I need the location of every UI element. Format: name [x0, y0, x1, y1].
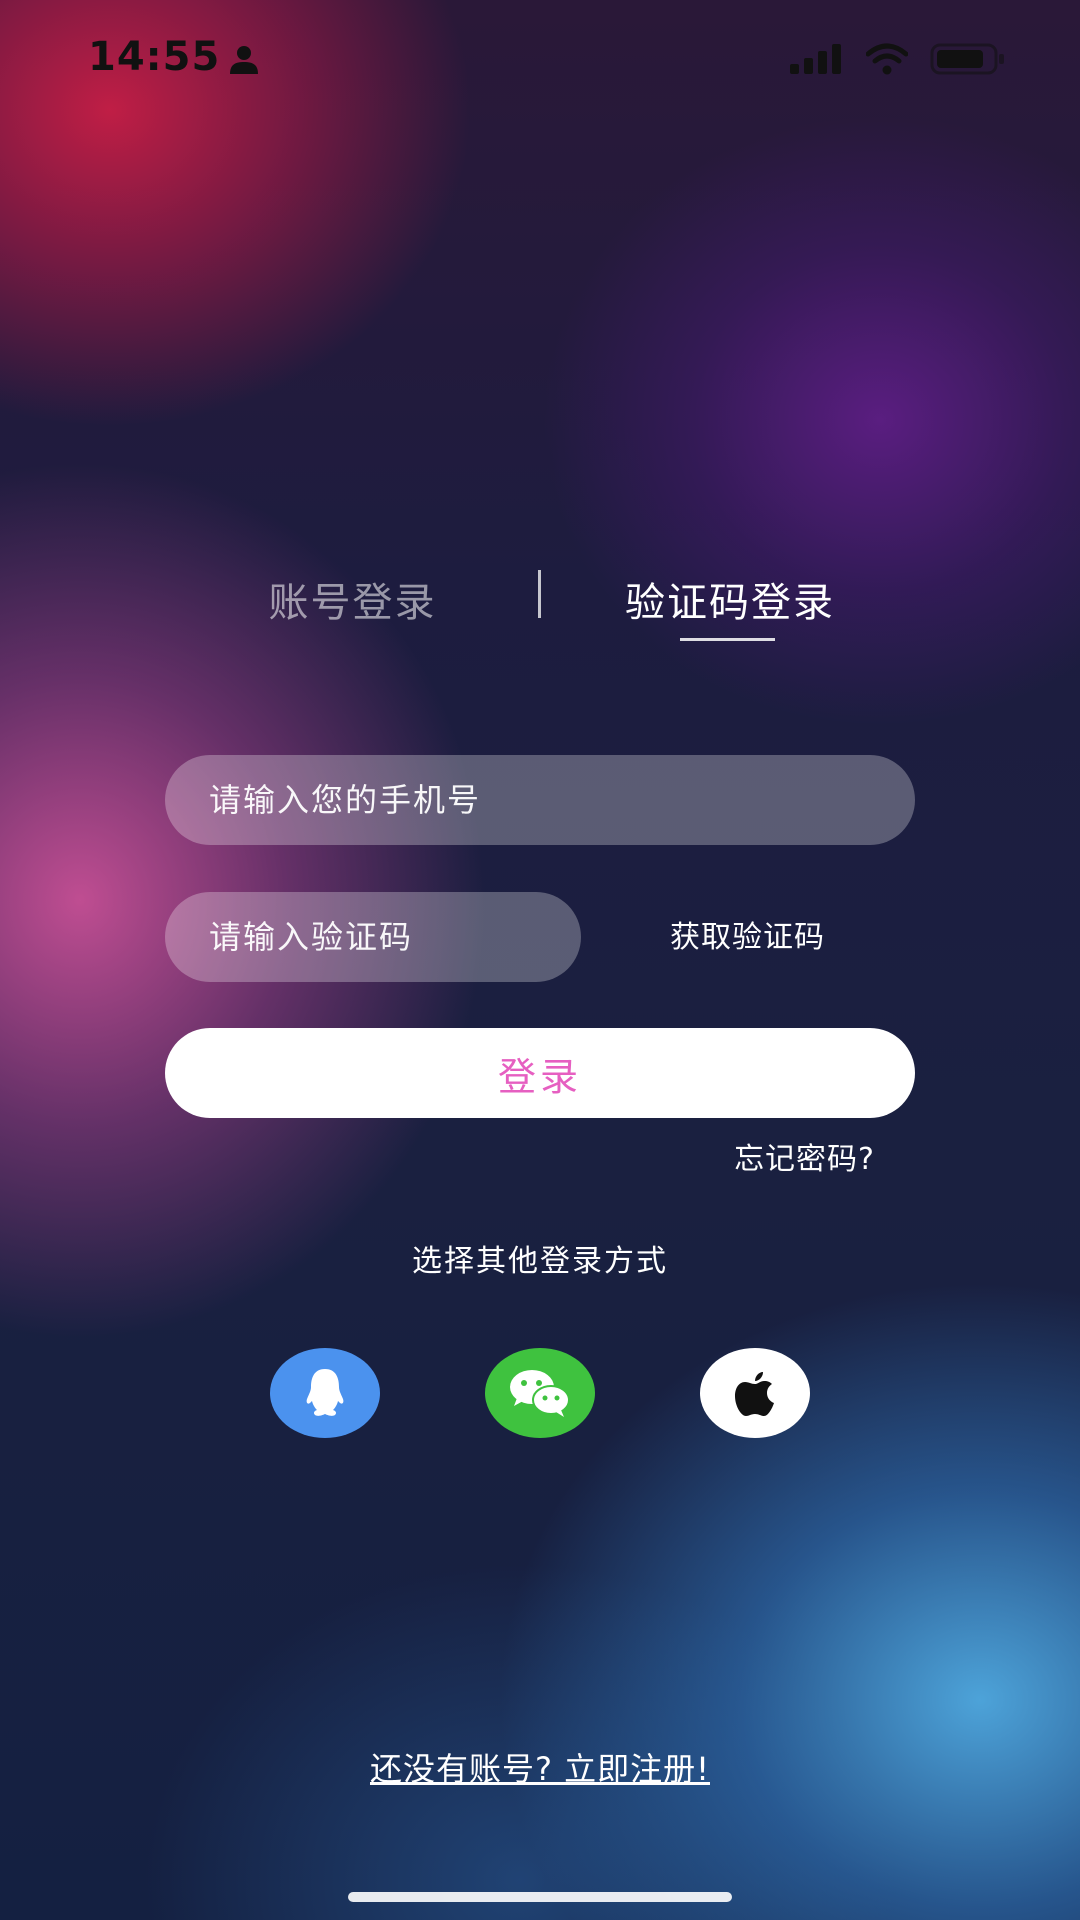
get-code-button[interactable]: 获取验证码 [640, 912, 855, 956]
other-login-title: 选择其他登录方式 [412, 1244, 668, 1279]
forgot-password-link[interactable]: 忘记密码? [700, 1134, 875, 1178]
signal-icon [790, 44, 841, 74]
battery-icon [930, 43, 1004, 75]
login-screen: 14:55 账号登录 验证码登录 获取验证码 登录 忘 [0, 0, 1080, 1920]
status-bar: 14:55 [0, 0, 1080, 120]
home-indicator[interactable] [348, 1892, 732, 1902]
qq-login-button[interactable] [270, 1348, 380, 1438]
qq-penguin-icon [306, 1369, 344, 1416]
tab-code-login[interactable]: 验证码登录 [600, 570, 860, 628]
wechat-icon [510, 1370, 570, 1417]
phone-input[interactable] [165, 755, 915, 845]
apple-icon [735, 1372, 774, 1416]
wifi-icon [866, 43, 908, 75]
tab-divider [538, 570, 541, 618]
verification-code-input[interactable] [165, 892, 581, 982]
register-link[interactable]: 还没有账号? 立即注册! [300, 1744, 780, 1790]
active-tab-underline [680, 638, 775, 641]
wechat-login-button[interactable] [485, 1348, 595, 1438]
apple-login-button[interactable] [700, 1348, 810, 1438]
tab-account-login[interactable]: 账号登录 [240, 570, 465, 628]
person-icon [230, 46, 258, 74]
login-button[interactable]: 登录 [165, 1028, 915, 1118]
login-tabs: 账号登录 验证码登录 [0, 560, 1080, 660]
status-time: 14:55 [88, 34, 221, 80]
